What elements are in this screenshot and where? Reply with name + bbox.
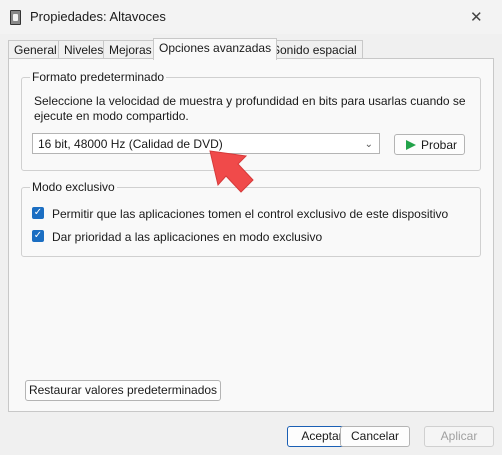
restore-defaults-button[interactable]: Restaurar valores predeterminados [25, 380, 221, 401]
exclusive-priority-label: Dar prioridad a las aplicaciones en modo… [52, 230, 323, 244]
test-button-label: Probar [421, 138, 458, 152]
tab-panel: Formato predeterminado Seleccione la vel… [8, 58, 494, 412]
speaker-icon [10, 10, 21, 25]
tab-general[interactable]: General [8, 40, 63, 59]
exclusive-priority-checkbox[interactable]: ✓ [32, 230, 44, 242]
tab-mejoras[interactable]: Mejoras [103, 40, 158, 59]
default-format-description: Seleccione la velocidad de muestra y pro… [34, 94, 466, 123]
exclusive-mode-legend: Modo exclusivo [30, 180, 117, 194]
apply-button[interactable]: Aplicar [424, 426, 494, 447]
tab-sonido-espacial[interactable]: Sonido espacial [266, 40, 363, 59]
chevron-down-icon: ⌄ [364, 139, 373, 150]
test-button[interactable]: Probar [394, 134, 465, 155]
exclusive-control-checkbox[interactable]: ✓ [32, 207, 44, 219]
window-title: Propiedades: Altavoces [30, 9, 166, 24]
default-format-legend: Formato predeterminado [30, 70, 167, 84]
tab-niveles[interactable]: Niveles [58, 40, 110, 59]
title-bar: Propiedades: Altavoces ✕ [0, 0, 502, 34]
tab-opciones-avanzadas[interactable]: Opciones avanzadas [153, 38, 278, 60]
exclusive-control-label: Permitir que las aplicaciones tomen el c… [52, 207, 449, 221]
cancel-button[interactable]: Cancelar [340, 426, 410, 447]
annotation-arrow-icon [209, 150, 254, 193]
exclusive-mode-group: Modo exclusivo ✓ Permitir que las aplica… [21, 180, 481, 257]
format-dropdown-value: 16 bit, 48000 Hz (Calidad de DVD) [38, 137, 223, 151]
play-icon [406, 140, 416, 150]
close-icon[interactable]: ✕ [470, 8, 483, 26]
